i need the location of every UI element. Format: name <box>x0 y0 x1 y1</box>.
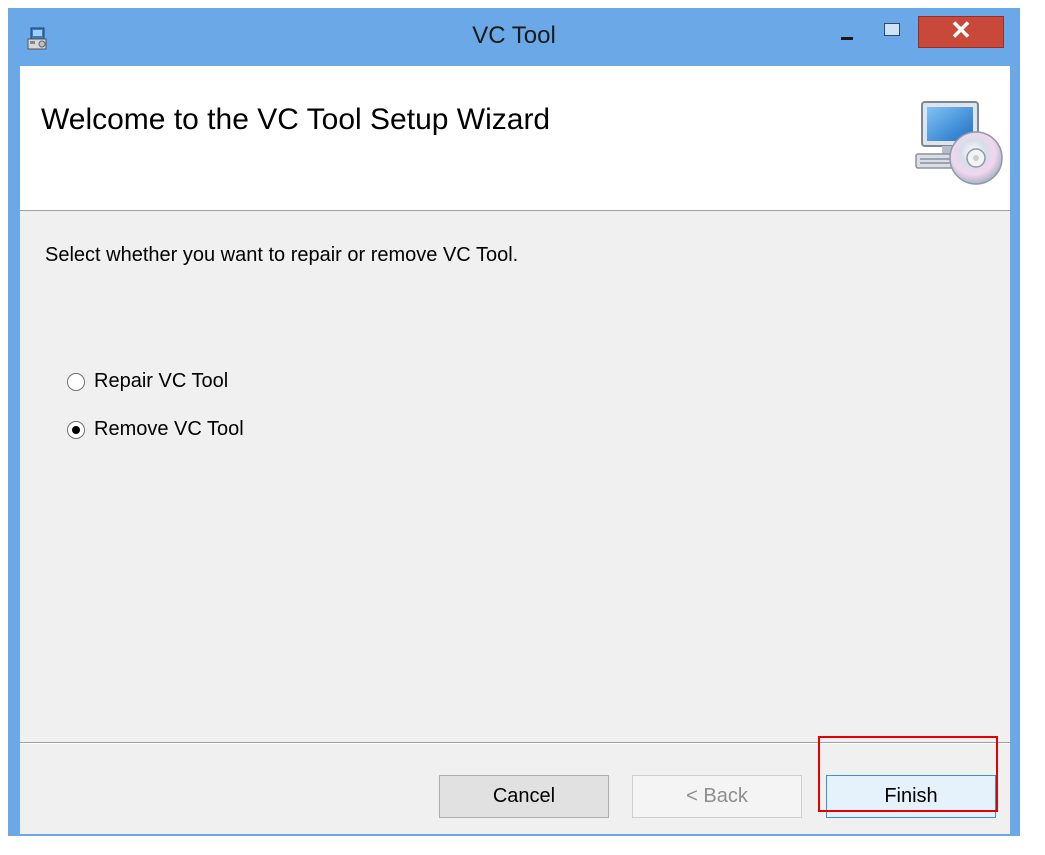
cancel-button[interactable]: Cancel <box>439 775 609 818</box>
maximize-button <box>871 16 913 48</box>
page-title: Welcome to the VC Tool Setup Wizard <box>41 103 551 136</box>
remove-radio[interactable] <box>67 421 85 439</box>
wizard-client-area: Welcome to the VC Tool Setup Wizard Sele… <box>20 66 1010 834</box>
minimize-button[interactable] <box>825 16 867 48</box>
radio-selected-dot <box>72 426 80 434</box>
back-button: < Back <box>632 775 802 818</box>
instruction-text: Select whether you want to repair or rem… <box>45 244 519 266</box>
computer-cd-icon <box>915 101 1003 185</box>
finish-highlight-box <box>818 736 998 812</box>
setup-window: VC Tool ✕ Welcome to the VC Tool Setup W… <box>8 8 1020 836</box>
window-title: VC Tool <box>472 22 556 49</box>
close-button[interactable]: ✕ <box>918 15 1004 48</box>
title-bar[interactable]: VC Tool ✕ <box>8 8 1020 66</box>
repair-option-label[interactable]: Repair VC Tool <box>94 370 228 393</box>
remove-option-label[interactable]: Remove VC Tool <box>94 418 244 441</box>
repair-radio[interactable] <box>67 373 85 391</box>
wizard-header: Welcome to the VC Tool Setup Wizard <box>20 66 1010 211</box>
close-icon: ✕ <box>950 15 972 45</box>
